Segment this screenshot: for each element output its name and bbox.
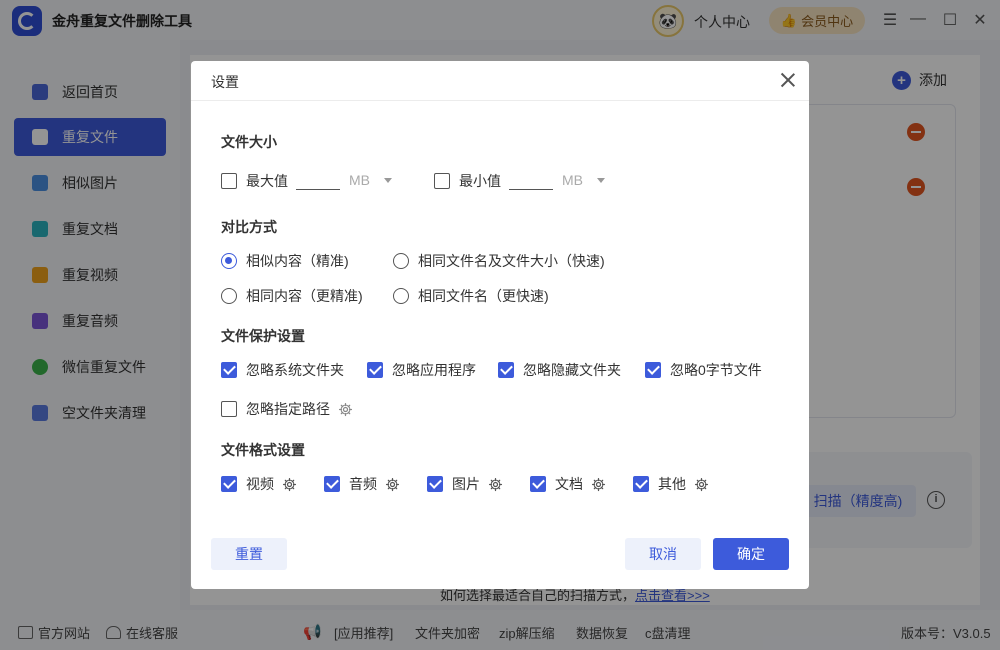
min-size-label: 最小值 (459, 173, 501, 189)
checkbox-label: 忽略应用程序 (392, 362, 476, 378)
ignore-applications-checkbox[interactable]: 忽略应用程序 (367, 360, 476, 380)
file-protect-title: 文件保护设置 (221, 328, 305, 344)
settings-dialog: 设置 文件大小 最大值 MB 最小值 MB 对比方式 相似内容（精准) 相同文件… (191, 61, 809, 589)
dialog-title: 设置 (211, 74, 239, 90)
checkbox-box (530, 476, 546, 492)
ignore-hidden-folders-checkbox[interactable]: 忽略隐藏文件夹 (498, 360, 621, 380)
min-size-unit: MB (562, 172, 583, 188)
checkbox-label: 图片 (452, 476, 480, 492)
checkbox-label: 文档 (555, 476, 583, 492)
reset-button[interactable]: 重置 (211, 538, 287, 570)
checkbox-box (367, 362, 383, 378)
checkbox-label: 视频 (246, 476, 274, 492)
ignore-path-checkbox[interactable]: 忽略指定路径 (221, 399, 353, 419)
max-size-label: 最大值 (246, 173, 288, 189)
max-size-unit: MB (349, 172, 370, 188)
checkbox-label: 忽略隐藏文件夹 (523, 362, 621, 378)
compare-same-content-radio[interactable]: 相同内容（更精准) (221, 286, 363, 306)
radio-dot (393, 253, 409, 269)
radio-label: 相似内容（精准) (246, 253, 349, 269)
checkbox-box (324, 476, 340, 492)
checkbox-box (434, 173, 450, 189)
compare-similar-content-radio[interactable]: 相似内容（精准) (221, 251, 349, 271)
radio-dot (221, 288, 237, 304)
checkbox-box (221, 362, 237, 378)
max-unit-dropdown-icon[interactable] (384, 178, 392, 183)
radio-dot (393, 288, 409, 304)
compare-name-size-radio[interactable]: 相同文件名及文件大小（快速) (393, 251, 605, 271)
file-format-title: 文件格式设置 (221, 442, 305, 458)
radio-label: 相同内容（更精准) (246, 288, 363, 304)
file-size-title: 文件大小 (221, 134, 277, 150)
checkbox-box (498, 362, 514, 378)
checkbox-label: 其他 (658, 476, 686, 492)
gear-icon[interactable] (282, 477, 297, 492)
close-icon[interactable] (780, 72, 796, 88)
min-size-input[interactable] (509, 170, 553, 190)
format-other-checkbox[interactable]: 其他 (633, 474, 709, 494)
format-video-checkbox[interactable]: 视频 (221, 474, 297, 494)
checkbox-label: 音频 (349, 476, 377, 492)
compare-same-name-radio[interactable]: 相同文件名（更快速) (393, 286, 549, 306)
gear-icon[interactable] (591, 477, 606, 492)
gear-icon[interactable] (488, 477, 503, 492)
checkbox-box (645, 362, 661, 378)
max-size-input[interactable] (296, 170, 340, 190)
radio-label: 相同文件名及文件大小（快速) (418, 253, 605, 269)
ignore-system-folders-checkbox[interactable]: 忽略系统文件夹 (221, 360, 344, 380)
radio-label: 相同文件名（更快速) (418, 288, 549, 304)
gear-icon[interactable] (385, 477, 400, 492)
checkbox-label: 忽略0字节文件 (670, 362, 762, 378)
checkbox-box (221, 401, 237, 417)
confirm-button[interactable]: 确定 (713, 538, 789, 570)
checkbox-box (427, 476, 443, 492)
format-audio-checkbox[interactable]: 音频 (324, 474, 400, 494)
min-size-checkbox[interactable]: 最小值 (434, 171, 501, 191)
format-image-checkbox[interactable]: 图片 (427, 474, 503, 494)
checkbox-label: 忽略系统文件夹 (246, 362, 344, 378)
ignore-zero-byte-checkbox[interactable]: 忽略0字节文件 (645, 360, 762, 380)
checkbox-box (633, 476, 649, 492)
min-unit-dropdown-icon[interactable] (597, 178, 605, 183)
dialog-header: 设置 (191, 61, 809, 101)
radio-dot (221, 253, 237, 269)
compare-mode-title: 对比方式 (221, 219, 277, 235)
checkbox-box (221, 476, 237, 492)
max-size-checkbox[interactable]: 最大值 (221, 171, 288, 191)
checkbox-label: 忽略指定路径 (246, 401, 330, 417)
checkbox-box (221, 173, 237, 189)
cancel-button[interactable]: 取消 (625, 538, 701, 570)
gear-icon[interactable] (338, 402, 353, 417)
format-document-checkbox[interactable]: 文档 (530, 474, 606, 494)
gear-icon[interactable] (694, 477, 709, 492)
